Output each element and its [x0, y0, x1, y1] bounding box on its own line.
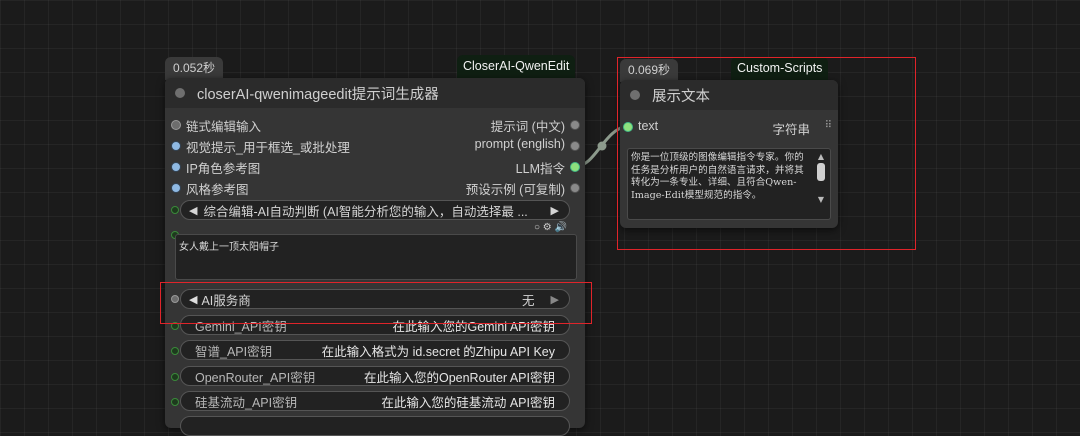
prompt-text: 女人戴上一顶太阳帽子 [179, 242, 279, 253]
widget-socket-openrouter[interactable] [171, 373, 179, 381]
output-socket-prompt-en[interactable] [570, 141, 580, 151]
collapse-dot-icon[interactable] [175, 88, 185, 98]
zhipu-key-value: 在此输入格式为 id.secret 的Zhipu API Key [321, 344, 555, 359]
openrouter-key-label: OpenRouter_API密钥 [195, 370, 316, 385]
output-label-prompt-en: prompt (english) [474, 137, 565, 151]
node-title: closerAI-qwenimageedit提示词生成器 [197, 86, 439, 103]
mode-select-value: 综合编辑-AI自动判断 (AI智能分析您的输入，自动选择最 ... [203, 204, 528, 219]
input-socket-style-ref[interactable] [171, 183, 181, 193]
input-label-chain: 链式编辑输入 [186, 120, 262, 134]
execution-time-badge: 0.052秒 [165, 57, 224, 80]
siliconflow-key-value: 在此输入您的硅基流动 API密钥 [381, 395, 555, 410]
widget-socket-siliconflow[interactable] [171, 398, 179, 406]
widget-socket-mode[interactable] [171, 206, 179, 214]
input-socket-chain[interactable] [171, 120, 181, 130]
output-label-llm: LLM指令 [515, 162, 565, 176]
output-socket-prompt-cn[interactable] [570, 120, 580, 130]
node-group-badge: CloserAI-QwenEdit [457, 55, 576, 78]
output-socket-presets[interactable] [570, 183, 580, 193]
node-header[interactable]: closerAI-qwenimageedit提示词生成器 [165, 78, 585, 108]
widget-socket-zhipu[interactable] [171, 347, 179, 355]
next-widget-partial[interactable] [180, 416, 570, 436]
mode-select[interactable]: ◀ 综合编辑-AI自动判断 (AI智能分析您的输入，自动选择最 ... ▶ [180, 200, 570, 220]
arrow-left-icon[interactable]: ◀ [181, 204, 197, 217]
output-label-prompt-cn: 提示词 (中文) [490, 120, 565, 134]
zhipu-key-label: 智谱_API密钥 [195, 344, 273, 359]
input-socket-ip-ref[interactable] [171, 162, 181, 172]
input-label-style-ref: 风格参考图 [186, 183, 249, 197]
input-label-visual-prompt: 视觉提示_用于框选_或批处理 [186, 141, 350, 155]
input-label-ip-ref: IP角色参考图 [186, 162, 261, 176]
siliconflow-key-label: 硅基流动_API密钥 [195, 395, 298, 410]
zhipu-key-field[interactable]: 智谱_API密钥 在此输入格式为 id.secret 的Zhipu API Ke… [180, 340, 570, 360]
input-socket-visual-prompt[interactable] [171, 141, 181, 151]
output-socket-llm[interactable] [570, 162, 580, 172]
prompt-textarea[interactable]: 女人戴上一顶太阳帽子 [175, 234, 577, 280]
highlight-frame-show-text [617, 57, 916, 250]
output-label-presets: 预设示例 (可复制) [465, 183, 565, 197]
siliconflow-key-field[interactable]: 硅基流动_API密钥 在此输入您的硅基流动 API密钥 [180, 391, 570, 411]
arrow-right-icon[interactable]: ▶ [543, 204, 569, 217]
openrouter-key-field[interactable]: OpenRouter_API密钥 在此输入您的OpenRouter API密钥 [180, 366, 570, 386]
openrouter-key-value: 在此输入您的OpenRouter API密钥 [363, 370, 555, 385]
textarea-tool-icons[interactable]: ○ ⚙ 🔊 [534, 222, 567, 233]
prompt-generator-node[interactable]: closerAI-qwenimageedit提示词生成器 链式编辑输入 视觉提示… [165, 78, 585, 436]
highlight-frame-ai-service [160, 282, 592, 324]
